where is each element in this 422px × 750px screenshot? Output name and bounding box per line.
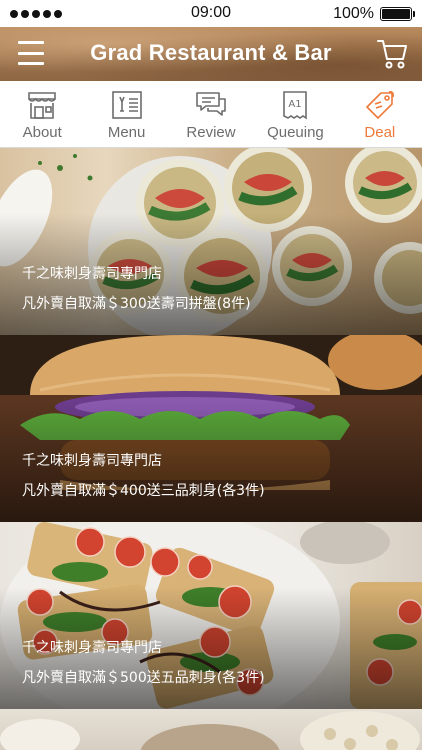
deal-card[interactable]: 千之味刺身壽司專門店 凡外賣自取滿＄300送壽司拼盤(8件)	[0, 148, 422, 335]
chat-bubbles-icon	[196, 92, 226, 116]
deal-list: 千之味刺身壽司專門店 凡外賣自取滿＄300送壽司拼盤(8件) 千之味刺身壽司專門…	[0, 148, 422, 750]
tab-about-label: About	[22, 124, 62, 141]
deal-restaurant-name: 千之味刺身壽司專門店	[22, 453, 162, 469]
deal-card[interactable]: 千之味刺身壽司專門店 凡外賣自取滿＄500送五品刺身(各3件)	[0, 522, 422, 709]
deal-card[interactable]: 千之味刺身壽司專門店 凡外賣自取滿＄400送三品刺身(各3件)	[0, 335, 422, 522]
deal-offer-text: 凡外賣自取滿＄300送壽司拼盤(8件)	[22, 296, 251, 312]
tab-bar: About Menu Review A1 Queuing Deal	[0, 81, 422, 148]
deal-restaurant-name: 千之味刺身壽司專門店	[22, 640, 162, 656]
status-bar: 09:00 100%	[0, 0, 422, 27]
shopping-cart-icon[interactable]	[376, 37, 408, 71]
tab-deal[interactable]: Deal	[338, 81, 422, 147]
tab-queuing[interactable]: A1 Queuing	[253, 81, 337, 147]
app-header: Grad Restaurant & Bar	[0, 27, 422, 81]
deal-offer-text: 凡外賣自取滿＄500送五品刺身(各3件)	[22, 670, 265, 686]
ticket-icon: A1	[283, 91, 308, 120]
deal-image	[0, 711, 420, 750]
tab-menu-label: Menu	[107, 124, 146, 141]
status-time: 09:00	[190, 4, 232, 21]
tab-deal-label: Deal	[364, 124, 396, 141]
tab-review[interactable]: Review	[169, 81, 253, 147]
deal-restaurant-name: 千之味刺身壽司專門店	[22, 266, 162, 282]
svg-text:A1: A1	[289, 99, 302, 110]
storefront-icon	[28, 92, 57, 119]
menu-book-icon	[111, 91, 142, 119]
tab-review-label: Review	[186, 124, 236, 141]
deal-offer-text: 凡外賣自取滿＄400送三品刺身(各3件)	[22, 483, 265, 499]
page-title: Grad Restaurant & Bar	[90, 40, 332, 65]
battery-icon	[380, 6, 415, 21]
tab-menu[interactable]: Menu	[84, 81, 168, 147]
tab-queuing-label: Queuing	[267, 124, 324, 141]
tab-about[interactable]: About	[0, 81, 84, 147]
deal-card[interactable]	[0, 709, 422, 750]
tag-icon	[366, 91, 394, 119]
